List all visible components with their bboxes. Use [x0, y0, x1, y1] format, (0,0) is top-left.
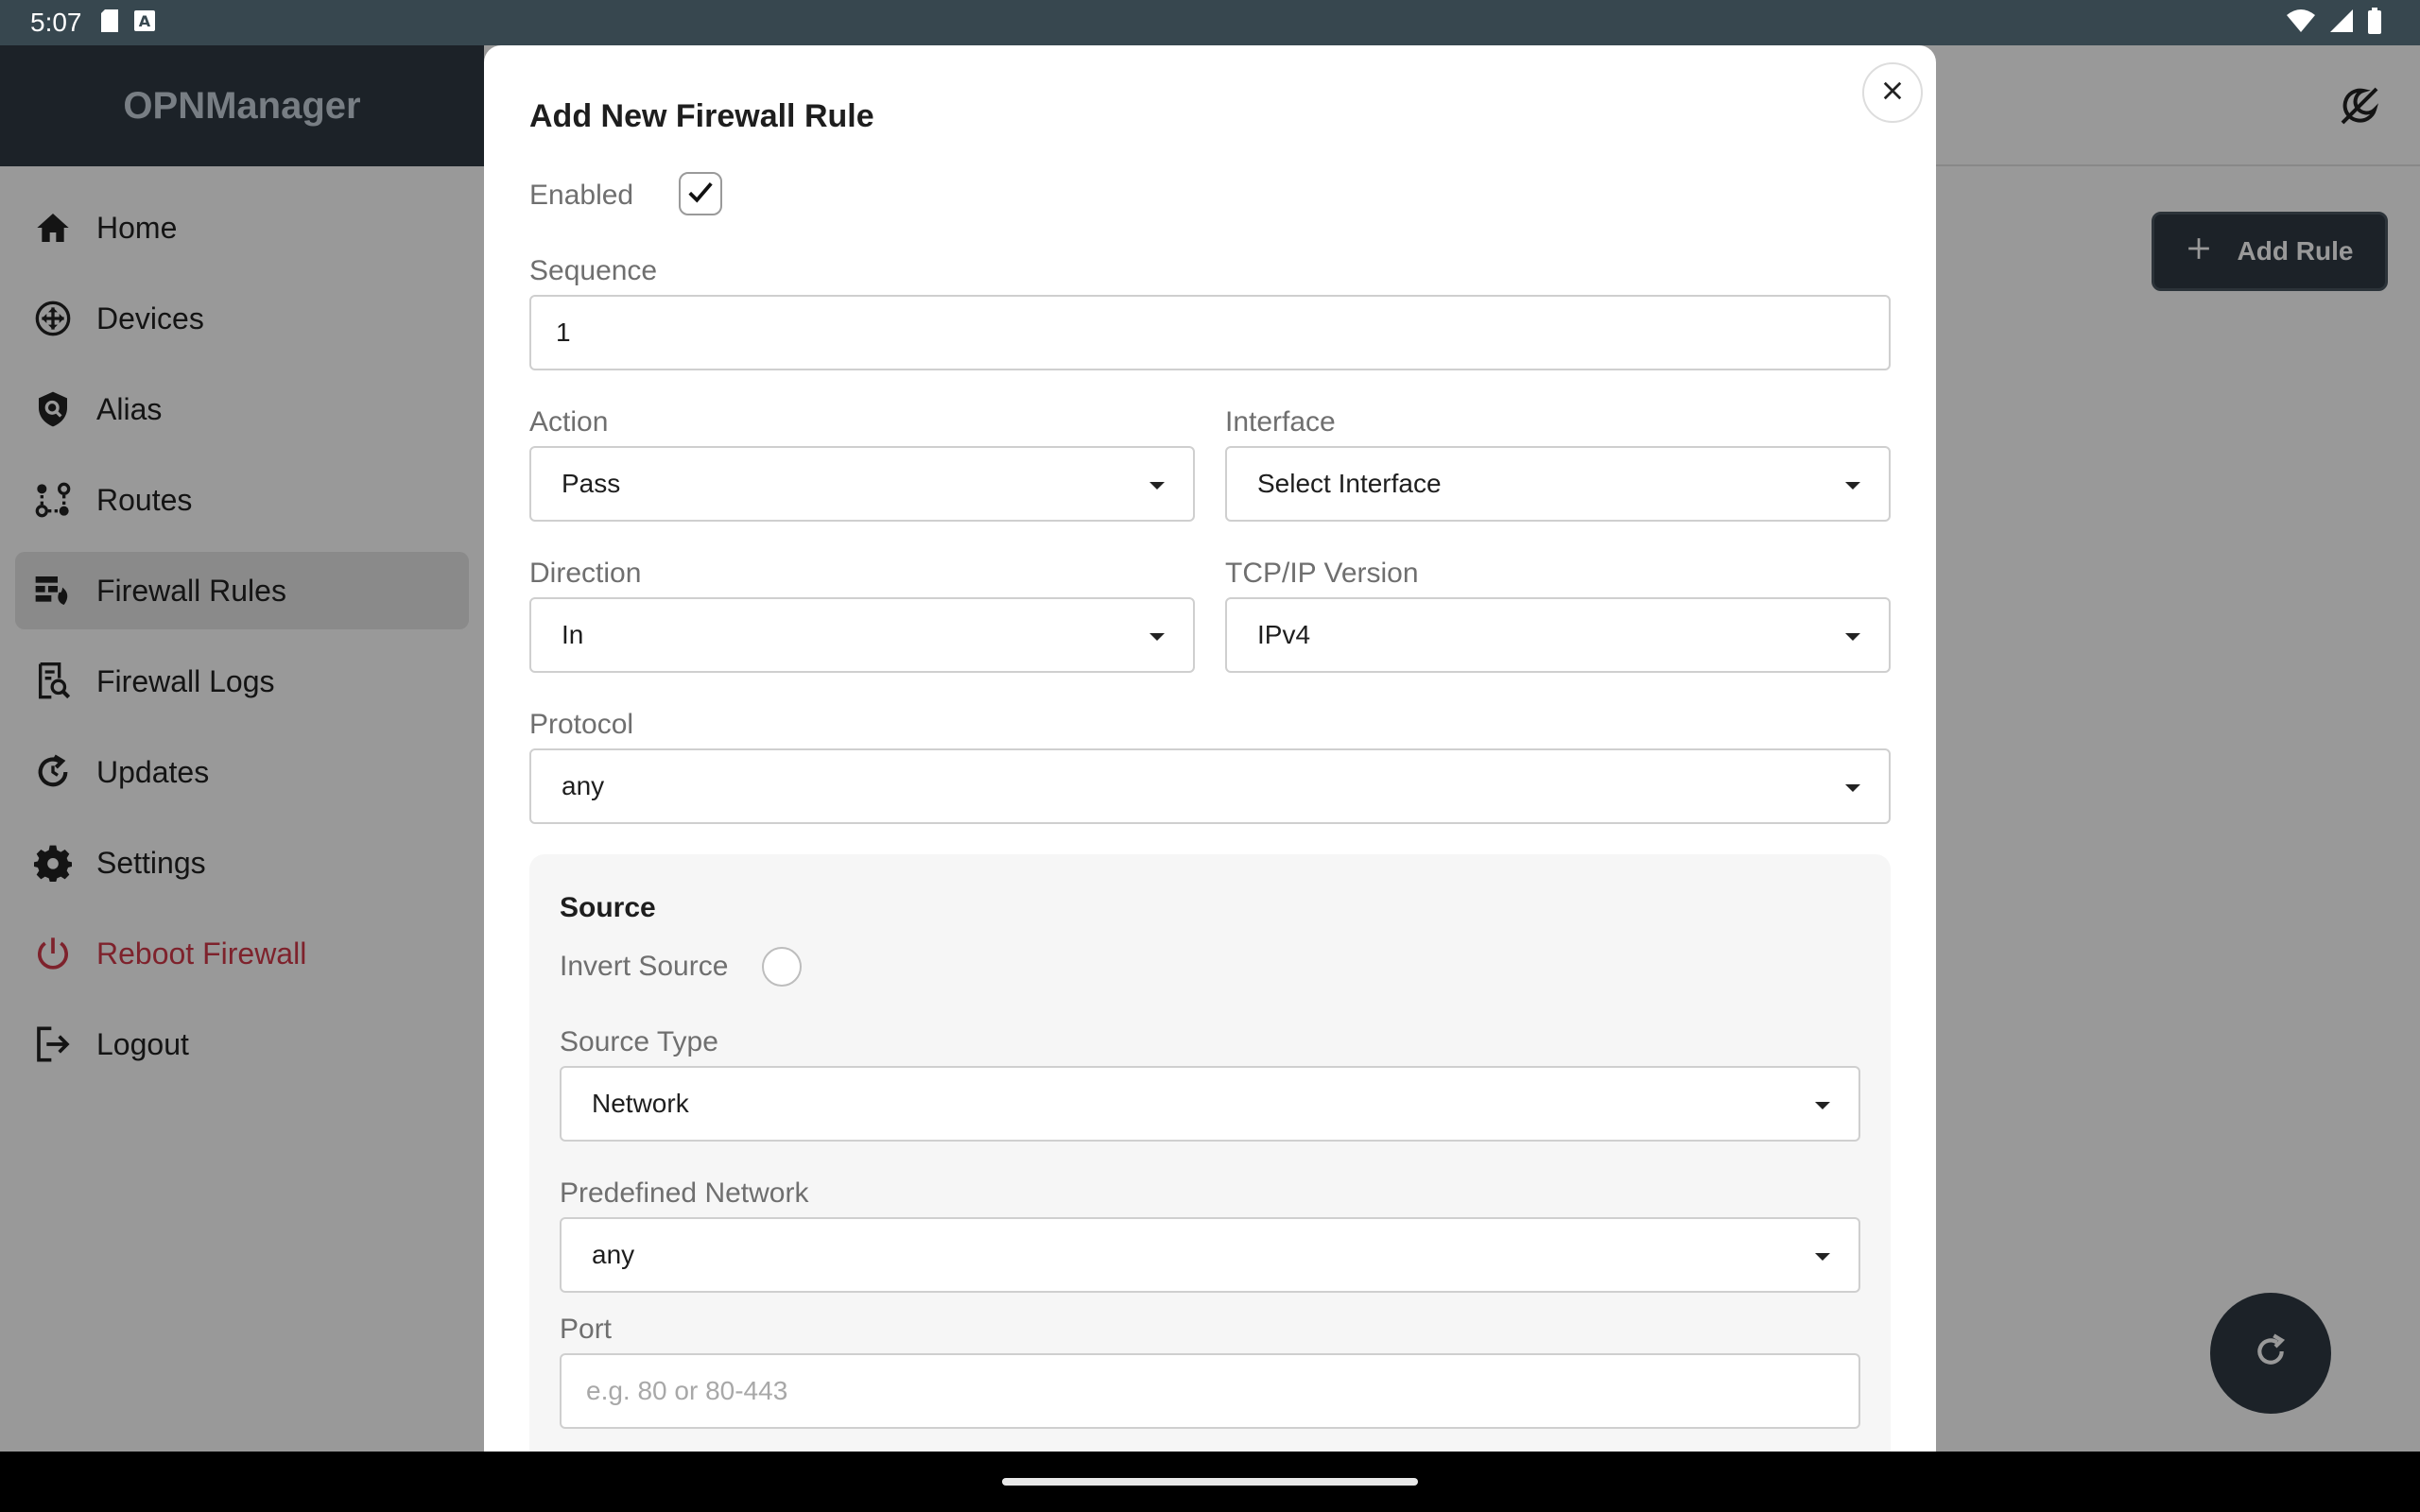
battery-icon — [2367, 7, 2382, 39]
dropdown-arrow-icon — [1845, 633, 1860, 641]
invert-source-label: Invert Source — [560, 951, 729, 982]
home-gesture-handle[interactable] — [1002, 1478, 1418, 1486]
system-navigation-bar — [0, 1452, 2420, 1512]
port-placeholder: e.g. 80 or 80-443 — [586, 1376, 788, 1405]
ip-version-select[interactable]: IPv4 — [1225, 597, 1891, 673]
direction-label: Direction — [529, 558, 642, 589]
ip-version-value: IPv4 — [1257, 620, 1311, 649]
direction-value: In — [562, 620, 584, 649]
protocol-select[interactable]: any — [529, 748, 1891, 824]
dropdown-arrow-icon — [1845, 482, 1860, 490]
status-time: 5:07 — [30, 8, 82, 37]
dropdown-arrow-icon — [1815, 1253, 1830, 1261]
dropdown-arrow-icon — [1845, 784, 1860, 792]
predefined-network-select[interactable]: any — [560, 1217, 1860, 1293]
enabled-checkbox[interactable] — [679, 172, 722, 215]
dropdown-arrow-icon — [1150, 633, 1165, 641]
sequence-label: Sequence — [529, 255, 658, 286]
wifi-icon — [2286, 9, 2316, 38]
dialog-title: Add New Firewall Rule — [529, 98, 874, 134]
close-button[interactable] — [1862, 62, 1923, 123]
interface-select[interactable]: Select Interface — [1225, 446, 1891, 522]
action-value: Pass — [562, 469, 621, 498]
direction-select[interactable]: In — [529, 597, 1195, 673]
signal-icon — [2329, 9, 2354, 38]
source-type-label: Source Type — [560, 1026, 718, 1057]
status-bar: 5:07 A — [0, 0, 2420, 45]
protocol-label: Protocol — [529, 709, 634, 740]
sequence-value: 1 — [556, 318, 571, 347]
action-label: Action — [529, 406, 609, 438]
interface-value: Select Interface — [1257, 469, 1442, 498]
add-firewall-rule-dialog: Add New Firewall Rule Enabled Sequence 1… — [484, 45, 1936, 1452]
svg-text:A: A — [138, 12, 150, 30]
predefined-network-value: any — [592, 1240, 635, 1269]
sequence-input[interactable]: 1 — [529, 295, 1891, 370]
port-input[interactable]: e.g. 80 or 80-443 — [560, 1353, 1860, 1429]
port-label: Port — [560, 1314, 613, 1345]
enabled-label: Enabled — [529, 180, 634, 211]
interface-label: Interface — [1225, 406, 1336, 438]
source-type-value: Network — [592, 1089, 689, 1118]
close-icon — [1882, 80, 1903, 106]
ip-version-label: TCP/IP Version — [1225, 558, 1419, 589]
source-title: Source — [560, 892, 656, 923]
dropdown-arrow-icon — [1150, 482, 1165, 490]
sd-card-icon — [99, 9, 120, 38]
source-type-select[interactable]: Network — [560, 1066, 1860, 1142]
checkmark-icon — [686, 178, 715, 211]
protocol-value: any — [562, 771, 605, 800]
action-select[interactable]: Pass — [529, 446, 1195, 522]
dropdown-arrow-icon — [1815, 1102, 1830, 1109]
keyboard-a-icon: A — [133, 9, 156, 37]
predefined-network-label: Predefined Network — [560, 1177, 809, 1209]
source-section: Source Invert Source Source Type Network… — [529, 854, 1891, 1452]
invert-source-checkbox[interactable] — [762, 947, 802, 987]
